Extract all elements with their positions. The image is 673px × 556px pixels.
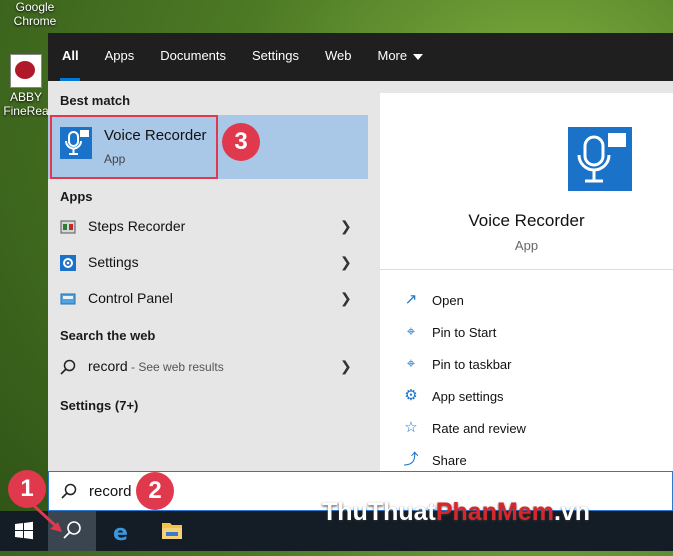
results-list: Best match Voice Recorder App 3 Apps Ste… — [48, 81, 368, 471]
tab-apps[interactable]: Apps — [92, 33, 148, 81]
desktop-icon-label: Google Chrome — [13, 0, 57, 28]
desktop-icon-chrome[interactable]: Google Chrome — [0, 0, 70, 28]
action-app-settings[interactable]: ⚙ App settings — [380, 381, 673, 413]
folder-icon — [162, 523, 182, 539]
pin-icon: ⌖ — [406, 355, 416, 372]
file-explorer-taskbar-button[interactable] — [148, 511, 196, 551]
highlight-box — [50, 115, 218, 179]
star-icon: ☆ — [404, 419, 418, 436]
result-label: Settings — [88, 254, 139, 270]
action-rate-review[interactable]: ☆ Rate and review — [380, 413, 673, 445]
desktop-icon-abbyy[interactable]: ABBY FineRea — [0, 54, 52, 118]
edge-taskbar-button[interactable]: e — [98, 511, 146, 551]
filter-tabs: All Apps Documents Settings Web More — [48, 33, 673, 81]
search-icon — [60, 359, 76, 375]
result-label: record - See web results — [88, 358, 224, 374]
search-panel: All Apps Documents Settings Web More Bes… — [48, 33, 673, 471]
action-open[interactable]: ↗ Open — [380, 285, 673, 317]
pin-icon: ⌖ — [406, 323, 416, 340]
search-icon — [61, 483, 77, 499]
action-pin-taskbar[interactable]: ⌖ Pin to taskbar — [380, 349, 673, 381]
tab-more[interactable]: More — [365, 33, 437, 81]
abbyy-app-icon — [10, 54, 42, 88]
tab-web[interactable]: Web — [312, 33, 365, 81]
divider — [380, 269, 673, 270]
chevron-right-icon[interactable]: ❯ — [340, 290, 352, 307]
best-match-item[interactable]: Voice Recorder App — [48, 115, 368, 179]
edge-icon: e — [113, 521, 128, 546]
tab-all[interactable]: All — [48, 33, 92, 81]
result-control-panel[interactable]: Control Panel ❯ — [48, 281, 368, 317]
share-icon: ⤴ — [403, 451, 419, 468]
result-steps-recorder[interactable]: Steps Recorder ❯ — [48, 209, 368, 245]
preview-pane: Voice Recorder App ↗ Open ⌖ Pin to Start… — [368, 81, 673, 471]
watermark: ThuThuatPhanMem.vn — [322, 498, 591, 526]
desktop-icon-label: ABBY — [9, 90, 42, 104]
chevron-right-icon[interactable]: ❯ — [340, 218, 352, 235]
result-label: Steps Recorder — [88, 218, 186, 234]
result-settings[interactable]: Settings ❯ — [48, 245, 368, 281]
preview-card: Voice Recorder App ↗ Open ⌖ Pin to Start… — [380, 93, 673, 471]
tab-settings[interactable]: Settings — [239, 33, 312, 81]
action-pin-start[interactable]: ⌖ Pin to Start — [380, 317, 673, 349]
search-input[interactable]: record — [89, 483, 132, 500]
result-label: Control Panel — [88, 290, 173, 306]
step-badge-3: 3 — [222, 123, 260, 161]
steps-recorder-icon — [60, 219, 76, 235]
web-hint: - See web results — [127, 360, 224, 374]
web-query: record — [88, 358, 128, 374]
gear-icon: ⚙ — [404, 387, 418, 404]
desktop-icon-label: FineRea — [3, 104, 49, 118]
control-panel-icon — [60, 291, 76, 307]
chevron-right-icon[interactable]: ❯ — [340, 254, 352, 271]
section-settings[interactable]: Settings (7+) — [60, 398, 138, 413]
step-badge-2: 2 — [136, 472, 174, 510]
gear-icon — [60, 255, 76, 271]
preview-subtitle: App — [514, 238, 539, 253]
svg-text:e: e — [113, 521, 128, 546]
tab-documents[interactable]: Documents — [147, 33, 239, 81]
section-apps: Apps — [60, 189, 93, 204]
chevron-right-icon[interactable]: ❯ — [340, 358, 352, 375]
open-icon: ↗ — [404, 291, 418, 308]
arrow-icon — [30, 502, 62, 532]
preview-title: Voice Recorder — [468, 211, 585, 230]
section-best-match: Best match — [60, 93, 131, 108]
voice-recorder-icon — [568, 127, 632, 191]
result-web-search[interactable]: record - See web results ❯ — [48, 349, 368, 385]
section-search-web: Search the web — [60, 328, 156, 343]
caret-down-icon — [413, 53, 424, 60]
